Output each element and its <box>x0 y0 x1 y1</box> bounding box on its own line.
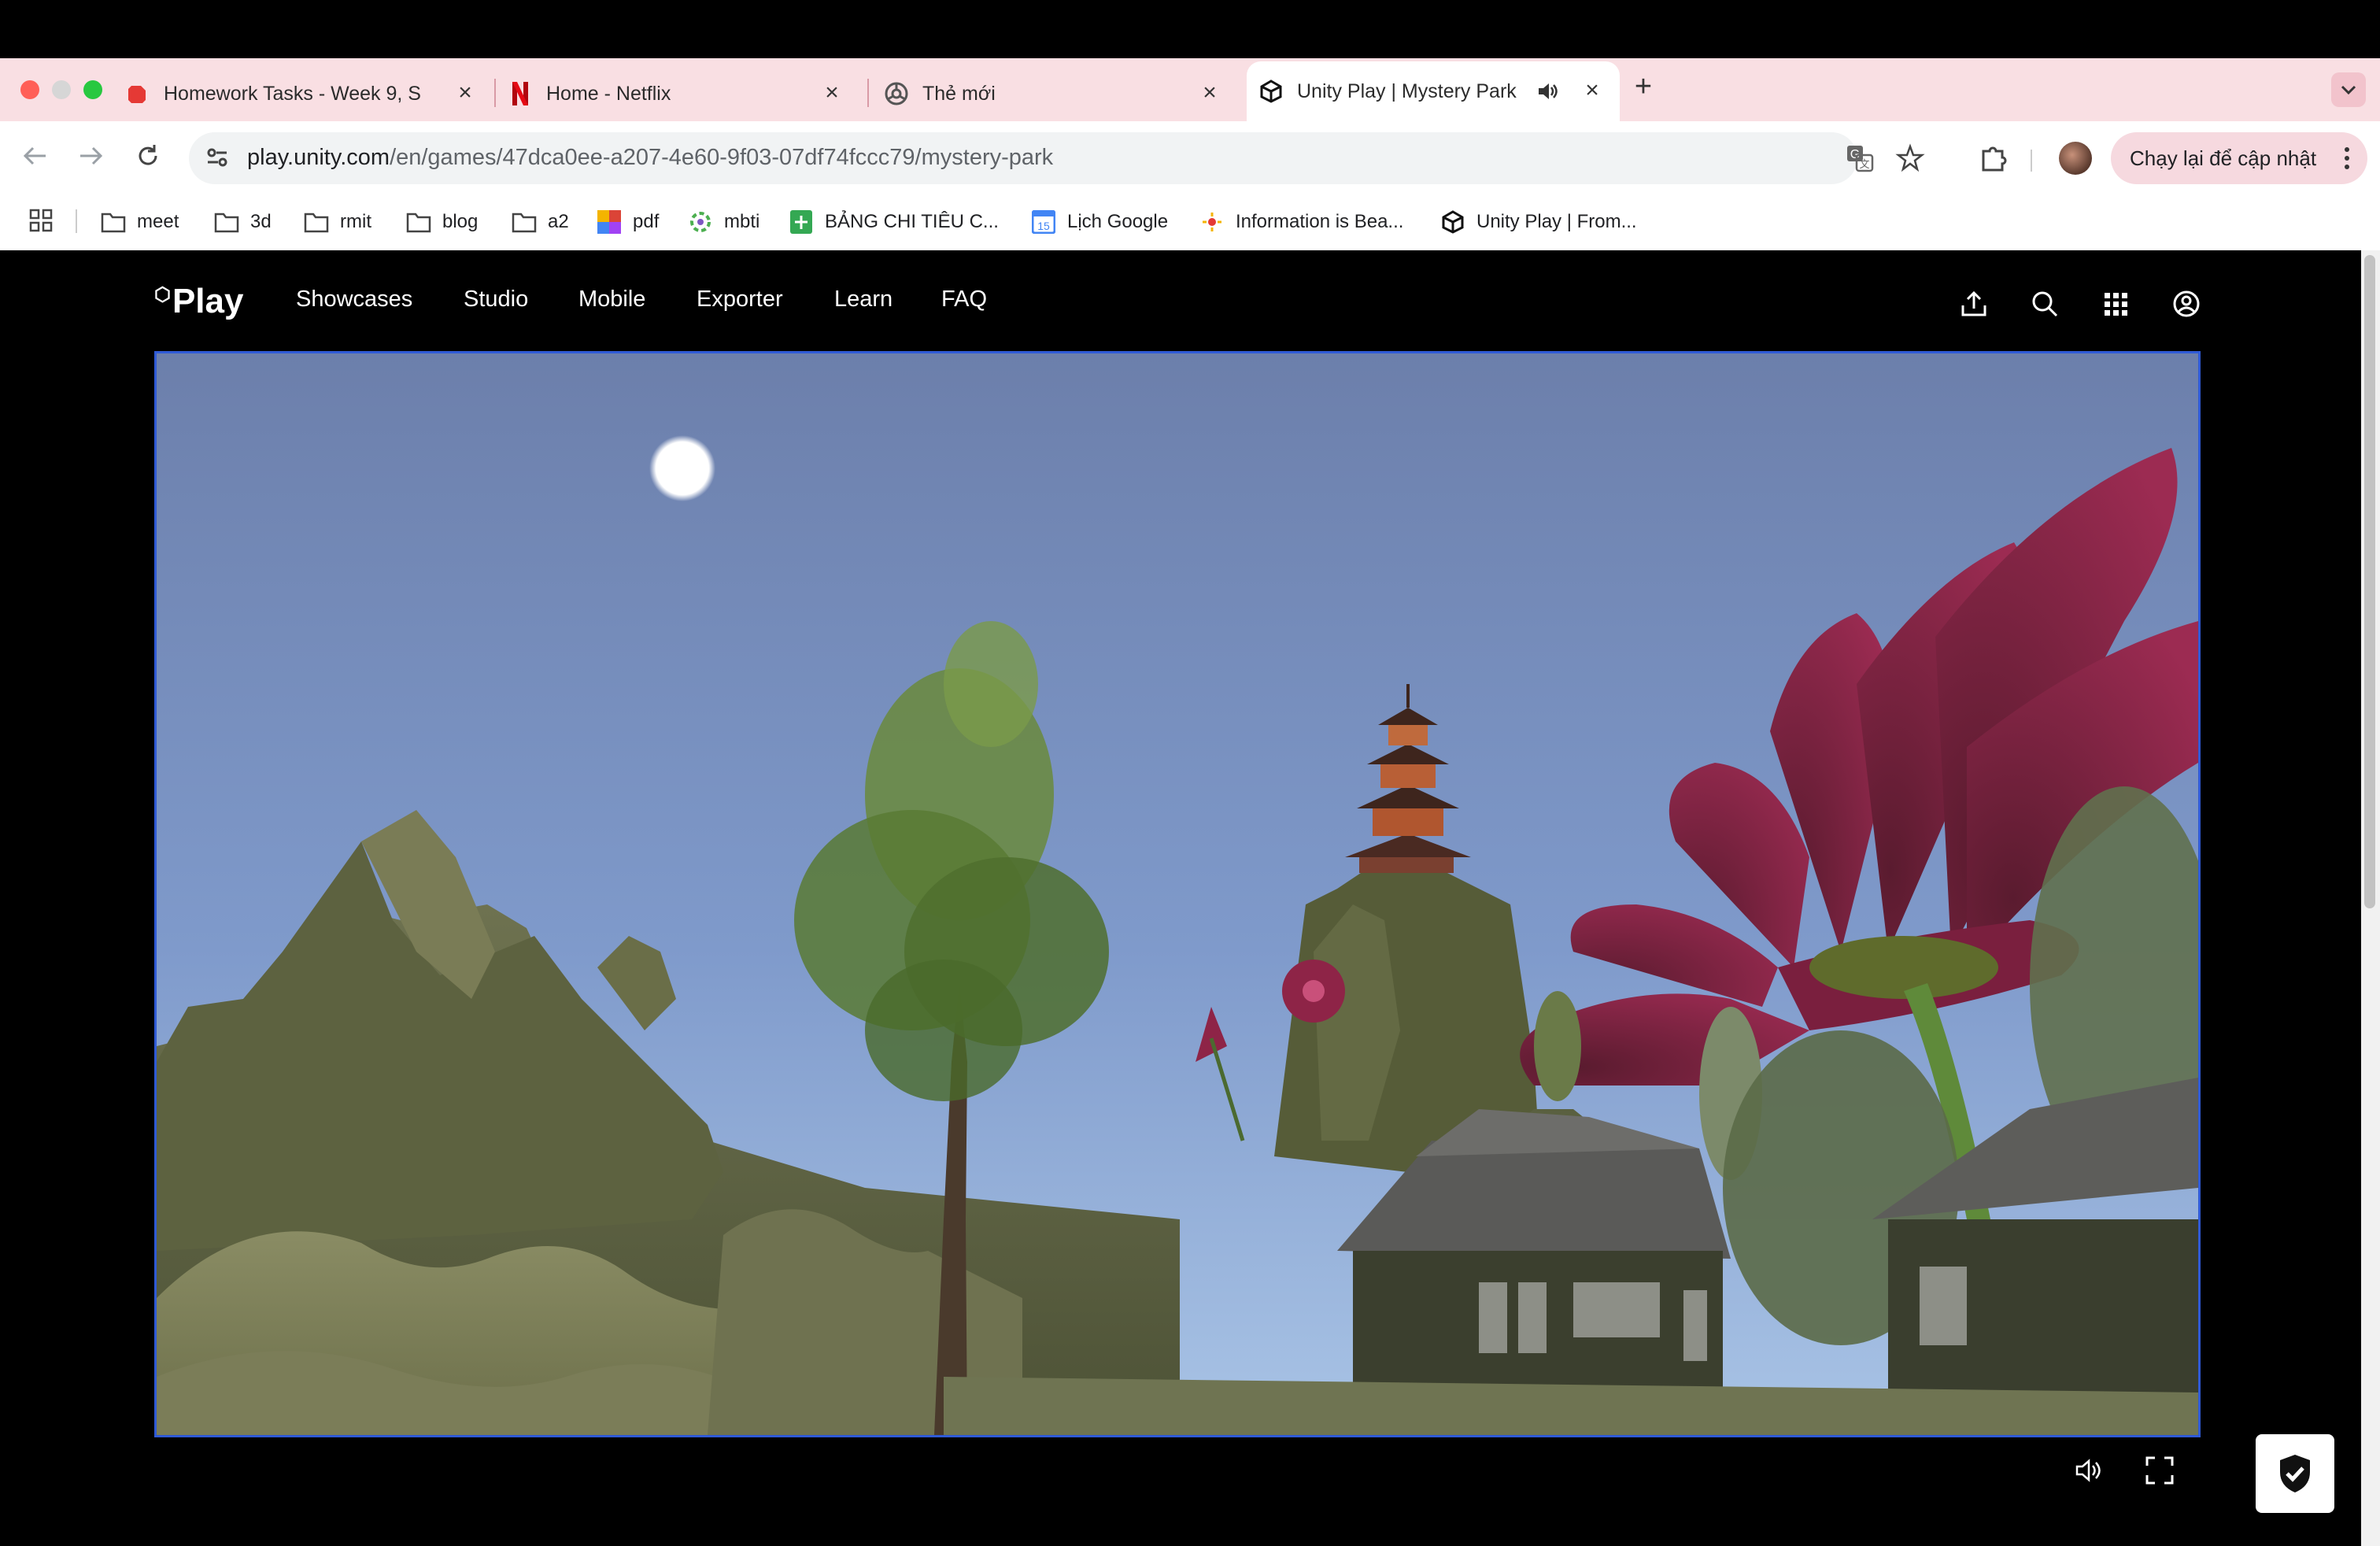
tab-separator <box>867 79 869 107</box>
tab-netflix[interactable]: Home - Netflix × <box>508 66 859 121</box>
bookmark-label: Lịch Google <box>1067 211 1169 232</box>
toolbar-divider <box>2031 150 2032 172</box>
volume-icon[interactable] <box>2073 1455 2105 1486</box>
extensions-puzzle-icon[interactable] <box>1977 142 2010 175</box>
tab-title: Home - Netflix <box>546 82 671 105</box>
bookmark-mbti[interactable]: mbti <box>688 206 759 238</box>
bookmark-label: meet <box>137 211 179 232</box>
folder-icon <box>214 209 239 235</box>
bookmark-label: Unity Play | From... <box>1476 211 1637 232</box>
more-vertical-icon[interactable] <box>2344 146 2350 170</box>
privacy-shield-button[interactable] <box>2256 1434 2334 1513</box>
tab-search-chevron-down-icon[interactable] <box>2331 72 2366 107</box>
unity-icon <box>1259 80 1283 103</box>
bookmark-label: a2 <box>548 211 569 232</box>
folder-icon <box>101 209 126 235</box>
scrollbar-thumb[interactable] <box>2364 255 2375 908</box>
nav-showcases[interactable]: Showcases <box>296 287 412 313</box>
folder-icon <box>406 209 431 235</box>
bookmark-3d[interactable]: 3d <box>214 206 272 238</box>
bookmark-label: Information is Bea... <box>1236 211 1404 232</box>
nav-mobile[interactable]: Mobile <box>578 287 645 313</box>
logo-text: Play <box>172 282 244 320</box>
bookmark-rmit[interactable]: rmit <box>304 206 371 238</box>
site-settings-icon[interactable] <box>201 142 235 175</box>
bookmark-label: rmit <box>340 211 371 232</box>
bookmark-google-calendar[interactable]: 15 Lịch Google <box>1031 206 1168 238</box>
close-tab-icon[interactable]: × <box>1196 80 1223 106</box>
folder-icon <box>304 209 329 235</box>
upload-share-icon[interactable] <box>1958 288 1990 320</box>
bookmark-label: pdf <box>633 211 660 232</box>
search-icon[interactable] <box>2029 288 2060 320</box>
fullscreen-icon[interactable] <box>2144 1455 2175 1486</box>
info-beautiful-icon <box>1199 209 1225 235</box>
unity-cube-icon: ⬡ <box>154 284 171 305</box>
top-bar <box>0 0 2380 58</box>
svg-text:15: 15 <box>1037 220 1050 232</box>
shield-check-icon <box>2280 1455 2310 1492</box>
close-tab-icon[interactable]: × <box>819 80 845 106</box>
minimize-window-button[interactable] <box>52 80 71 99</box>
bookmark-pdf[interactable]: pdf <box>597 206 659 238</box>
tab-homework[interactable]: Homework Tasks - Week 9, S × <box>126 66 493 121</box>
tab-new-tab[interactable]: Thẻ mới × <box>885 66 1237 121</box>
close-window-button[interactable] <box>20 80 39 99</box>
sheets-icon <box>789 209 814 235</box>
tab-title: Unity Play | Mystery Park <box>1297 80 1517 102</box>
chrome-icon <box>885 82 908 105</box>
tab-separator <box>494 79 496 107</box>
new-tab-plus-icon[interactable]: + <box>1629 72 1658 102</box>
bookmark-label: BẢNG CHI TIÊU C... <box>825 211 999 232</box>
red-app-icon <box>126 82 150 105</box>
nav-learn[interactable]: Learn <box>834 287 893 313</box>
update-button-label: Chạy lại để cập nhật <box>2130 146 2317 170</box>
relaunch-to-update-button[interactable]: Chạy lại để cập nhật <box>2111 132 2367 184</box>
pdf-colorful-icon <box>597 209 622 235</box>
speaker-icon[interactable] <box>1536 80 1560 104</box>
bookmark-information-is-beautiful[interactable]: Information is Bea... <box>1199 206 1403 238</box>
bookmarks-divider <box>76 209 77 233</box>
netflix-icon <box>508 82 532 105</box>
reload-icon[interactable] <box>131 140 165 175</box>
calendar-icon: 15 <box>1031 209 1056 235</box>
unity-play-logo[interactable]: ⬡Play <box>154 282 243 321</box>
bookmark-star-icon[interactable] <box>1895 143 1927 175</box>
game-scene-render <box>157 353 2198 1435</box>
zoom-window-button[interactable] <box>83 80 102 99</box>
profile-avatar[interactable] <box>2059 142 2092 175</box>
mbti-icon <box>688 209 713 235</box>
back-arrow-icon[interactable] <box>17 140 52 175</box>
tab-title: Thẻ mới <box>922 82 996 105</box>
bookmark-meet[interactable]: meet <box>101 206 179 238</box>
apps-grid-icon[interactable] <box>2100 288 2131 320</box>
url-path: /en/games/47dca0ee-a207-4e60-9f03-07df74… <box>390 145 1054 170</box>
bookmark-label: mbti <box>724 211 760 232</box>
bookmark-blog[interactable]: blog <box>406 206 478 238</box>
game-viewport[interactable] <box>154 351 2201 1437</box>
apps-grid-icon[interactable] <box>28 208 55 235</box>
close-tab-icon[interactable]: × <box>452 80 479 106</box>
tab-unity-play-active[interactable]: Unity Play | Mystery Park × <box>1247 61 1620 121</box>
nav-faq[interactable]: FAQ <box>941 287 987 313</box>
bookmark-label: 3d <box>250 211 272 232</box>
url-text[interactable]: play.unity.com/en/games/47dca0ee-a207-4e… <box>247 145 1053 171</box>
folder-icon <box>512 209 537 235</box>
nav-exporter[interactable]: Exporter <box>697 287 783 313</box>
nav-studio[interactable]: Studio <box>464 287 528 313</box>
bookmark-spending-sheet[interactable]: BẢNG CHI TIÊU C... <box>789 206 999 238</box>
bookmark-a2[interactable]: a2 <box>512 206 569 238</box>
tab-title: Homework Tasks - Week 9, S <box>164 82 421 105</box>
bookmark-label: blog <box>442 211 479 232</box>
svg-text:文: 文 <box>1859 158 1869 170</box>
close-tab-icon[interactable]: × <box>1579 77 1606 104</box>
url-host: play.unity.com <box>247 145 390 170</box>
translate-icon[interactable]: G文 <box>1845 143 1876 175</box>
unity-icon <box>1440 209 1465 235</box>
bookmark-unity-play[interactable]: Unity Play | From... <box>1440 206 1637 238</box>
forward-arrow-icon[interactable] <box>74 140 109 175</box>
user-account-icon[interactable] <box>2171 288 2202 320</box>
